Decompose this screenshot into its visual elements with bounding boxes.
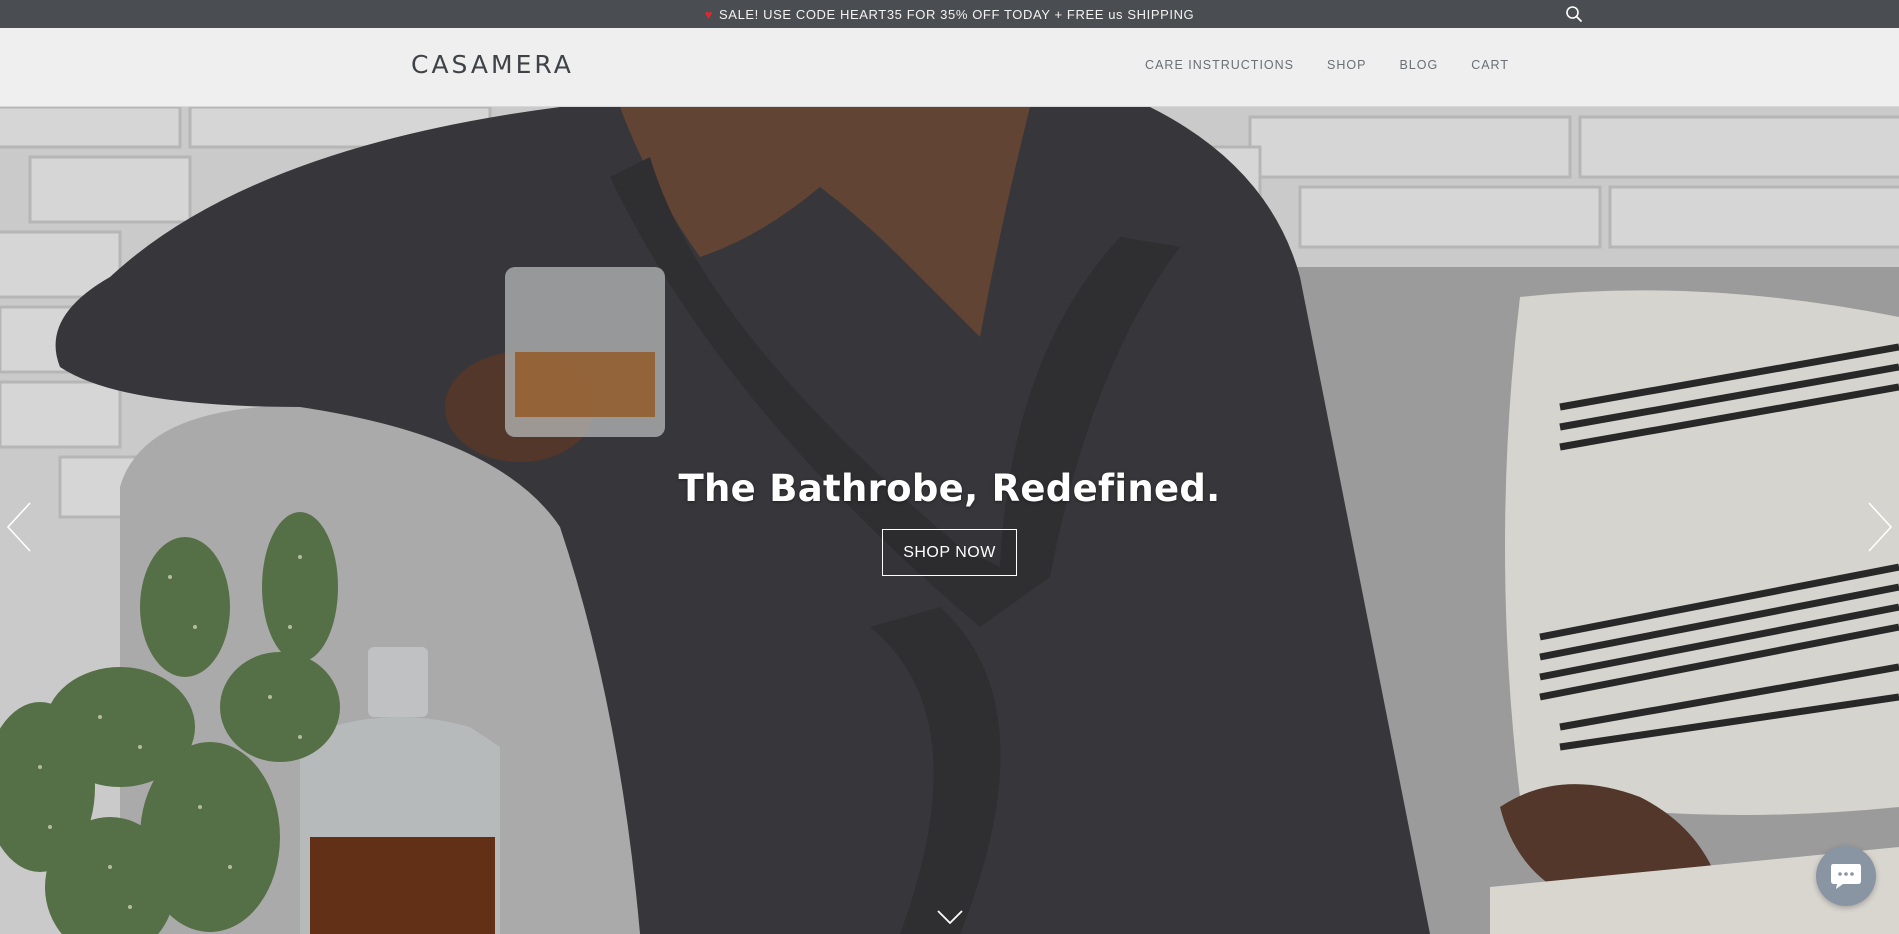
shop-now-button[interactable]: SHOP NOW — [882, 529, 1017, 576]
announcement-bar: ♥ SALE! USE CODE HEART35 FOR 35% OFF TOD… — [0, 0, 1899, 28]
nav-blog[interactable]: BLOG — [1399, 58, 1438, 72]
site-logo[interactable]: CASAMERA — [411, 50, 574, 79]
main-nav: CARE INSTRUCTIONS SHOP BLOG CART — [1145, 58, 1509, 72]
nav-cart[interactable]: CART — [1471, 58, 1509, 72]
site-header: CASAMERA CARE INSTRUCTIONS SHOP BLOG CAR… — [0, 28, 1899, 107]
hero-overlay — [0, 107, 1899, 934]
nav-shop[interactable]: SHOP — [1327, 58, 1366, 72]
nav-care-instructions[interactable]: CARE INSTRUCTIONS — [1145, 58, 1294, 72]
chat-icon — [1831, 864, 1861, 889]
search-icon[interactable] — [1565, 5, 1583, 23]
chevron-right-icon[interactable] — [1865, 497, 1895, 557]
chevron-left-icon[interactable] — [4, 497, 34, 557]
chat-button[interactable] — [1816, 846, 1876, 906]
hero-title: The Bathrobe, Redefined. — [678, 467, 1221, 510]
hero-slideshow: The Bathrobe, Redefined. SHOP NOW — [0, 107, 1899, 934]
announcement-text: SALE! USE CODE HEART35 FOR 35% OFF TODAY… — [719, 6, 1195, 22]
chevron-down-icon[interactable] — [936, 907, 964, 927]
heart-icon: ♥ — [704, 6, 714, 22]
